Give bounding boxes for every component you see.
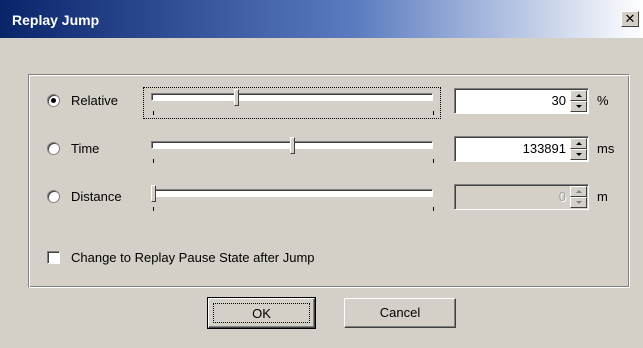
distance-spin-up[interactable] xyxy=(570,186,587,197)
distance-radio[interactable] xyxy=(47,190,60,203)
ok-button-label: OK xyxy=(252,306,271,321)
close-button[interactable]: ✕ xyxy=(621,11,639,27)
time-value: 133891 xyxy=(522,141,566,156)
dialog-title: Replay Jump xyxy=(12,12,100,28)
title-bar[interactable]: Replay Jump ✕ xyxy=(0,0,643,38)
distance-slider-tick xyxy=(433,207,434,211)
time-slider-thumb[interactable] xyxy=(290,137,295,154)
distance-spinbox[interactable]: 0 xyxy=(454,184,589,210)
distance-spin-down[interactable] xyxy=(570,197,587,208)
time-row: Time 133891 ms xyxy=(29,133,629,167)
pause-state-label: Change to Replay Pause State after Jump xyxy=(71,250,315,265)
relative-value: 30 xyxy=(551,93,566,108)
distance-row: Distance 0 m xyxy=(29,181,629,215)
spin-up-arrow-icon xyxy=(576,190,582,193)
pause-state-checkbox[interactable] xyxy=(47,251,60,264)
distance-slider[interactable] xyxy=(151,189,433,197)
distance-value: 0 xyxy=(558,189,566,204)
distance-slider-tick xyxy=(153,207,154,211)
relative-spin-down[interactable] xyxy=(570,101,587,112)
relative-slider-tick xyxy=(433,111,434,115)
spin-up-arrow-icon xyxy=(576,94,582,97)
distance-unit: m xyxy=(597,189,608,204)
relative-spinbox[interactable]: 30 xyxy=(454,88,589,114)
cancel-button-label: Cancel xyxy=(379,305,421,320)
time-unit: ms xyxy=(597,141,615,156)
spin-down-arrow-icon xyxy=(576,201,582,204)
cancel-button[interactable]: Cancel xyxy=(344,298,456,328)
relative-slider-tick xyxy=(153,111,154,115)
ok-button-focus: OK xyxy=(213,303,310,323)
time-spin-up[interactable] xyxy=(570,138,587,149)
relative-label: Relative xyxy=(71,93,118,108)
spin-down-arrow-icon xyxy=(576,153,582,156)
time-slider-tick xyxy=(153,159,154,163)
time-spin-down[interactable] xyxy=(570,149,587,160)
time-spinbox[interactable]: 133891 xyxy=(454,136,589,162)
ok-button[interactable]: OK xyxy=(207,297,316,329)
close-icon: ✕ xyxy=(624,12,636,27)
distance-slider-thumb[interactable] xyxy=(151,185,156,202)
relative-unit: % xyxy=(597,93,609,108)
relative-slider-thumb[interactable] xyxy=(234,89,239,106)
relative-spin-up[interactable] xyxy=(570,90,587,101)
replay-jump-dialog: Replay Jump ✕ Relative 30 % Time 133891 … xyxy=(0,0,643,348)
jump-options-group: Relative 30 % Time 133891 ms Distance 0 … xyxy=(28,74,630,288)
spin-up-arrow-icon xyxy=(576,142,582,145)
relative-slider-focus xyxy=(143,87,441,119)
relative-row: Relative 30 % xyxy=(29,85,629,119)
distance-label: Distance xyxy=(71,189,122,204)
time-radio[interactable] xyxy=(47,142,60,155)
relative-slider[interactable] xyxy=(151,93,433,101)
spin-down-arrow-icon xyxy=(576,105,582,108)
time-label: Time xyxy=(71,141,100,156)
time-slider-tick xyxy=(433,159,434,163)
relative-radio[interactable] xyxy=(47,94,60,107)
